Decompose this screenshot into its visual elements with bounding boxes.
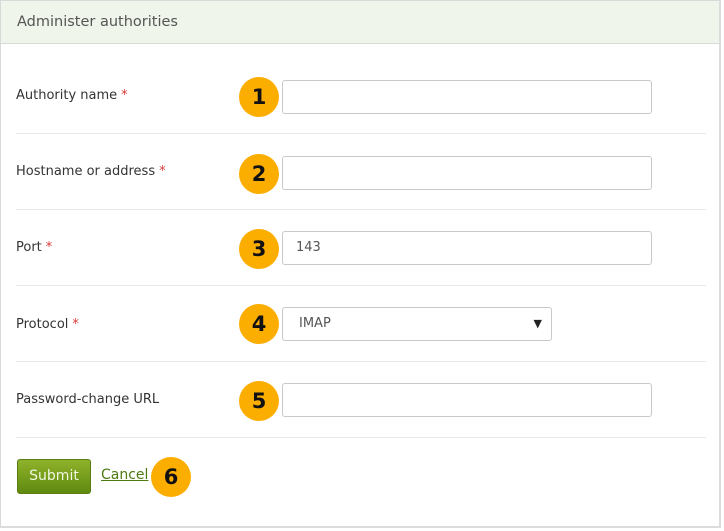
- protocol-label: Protocol *: [16, 317, 79, 332]
- submit-button[interactable]: Submit: [17, 459, 91, 494]
- authority-name-label: Authority name *: [16, 88, 128, 103]
- callout-badge-5: 5: [239, 381, 279, 421]
- password-change-url-input[interactable]: [282, 383, 652, 417]
- authority-name-input[interactable]: [282, 80, 652, 114]
- password-change-url-label: Password-change URL: [16, 392, 160, 407]
- protocol-select[interactable]: IMAP ▼: [282, 307, 552, 341]
- protocol-selected-value: IMAP: [299, 316, 331, 331]
- chevron-down-icon: ▼: [533, 317, 542, 330]
- panel-title: Administer authorities: [1, 1, 719, 44]
- hostname-input[interactable]: [282, 156, 652, 190]
- required-marker: *: [159, 164, 166, 179]
- callout-badge-6: 6: [151, 457, 191, 497]
- required-marker: *: [72, 317, 79, 332]
- callout-badge-3: 3: [239, 229, 279, 269]
- callout-badge-4: 4: [239, 304, 279, 344]
- required-marker: *: [45, 240, 53, 255]
- callout-badge-1: 1: [239, 77, 279, 117]
- hostname-label: Hostname or address *: [16, 164, 166, 179]
- port-label: Port *: [16, 240, 53, 255]
- required-marker: *: [121, 88, 128, 103]
- port-input[interactable]: 143: [282, 231, 652, 265]
- cancel-link[interactable]: Cancel: [101, 467, 148, 483]
- callout-badge-2: 2: [239, 154, 279, 194]
